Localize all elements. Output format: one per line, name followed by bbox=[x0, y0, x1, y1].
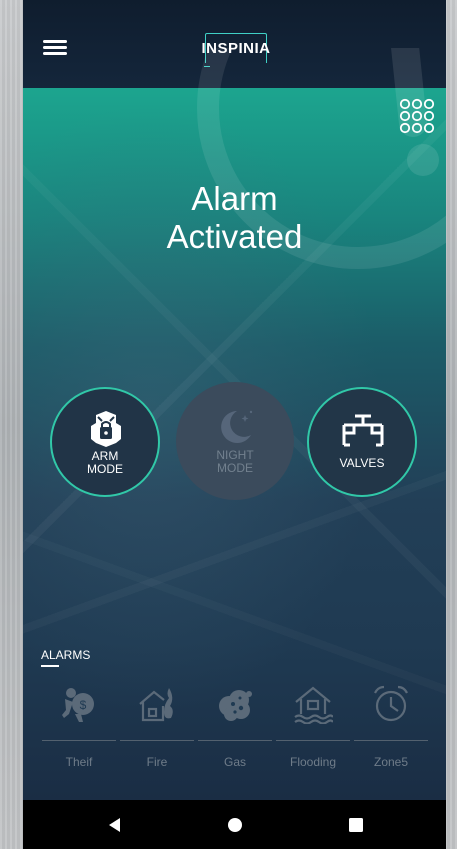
night-mode-label-2: MODE bbox=[217, 461, 253, 475]
alarm-item-gas[interactable]: Gas bbox=[197, 684, 273, 774]
recents-square-icon[interactable] bbox=[346, 815, 366, 835]
alarm-label-flooding: Flooding bbox=[289, 755, 337, 769]
status-line-1: Alarm bbox=[191, 180, 278, 217]
alarm-item-fire[interactable]: Fire bbox=[119, 684, 195, 774]
keypad-grid-icon[interactable] bbox=[399, 98, 435, 134]
alarm-divider bbox=[120, 740, 194, 741]
valves-button[interactable]: VALVES bbox=[307, 387, 417, 497]
alarm-clock-icon bbox=[374, 685, 408, 722]
gas-cloud-icon bbox=[219, 690, 252, 721]
alarm-divider bbox=[198, 740, 272, 741]
knight-armor-icon bbox=[91, 411, 121, 447]
alarm-label-theif: Theif bbox=[65, 755, 93, 769]
alarm-label-gas: Gas bbox=[223, 755, 246, 769]
back-triangle-icon[interactable] bbox=[105, 815, 125, 835]
house-fire-icon bbox=[139, 688, 173, 722]
night-mode-button[interactable]: NIGHT MODE bbox=[176, 382, 294, 500]
alarm-label-fire: Fire bbox=[146, 755, 168, 769]
arm-mode-label-2: MODE bbox=[87, 462, 123, 476]
valve-pipe-icon bbox=[342, 414, 384, 447]
alarm-divider bbox=[276, 740, 350, 741]
alarm-divider bbox=[354, 740, 428, 741]
background-alert-ring-icon bbox=[197, 48, 446, 269]
system-navigation-bar bbox=[23, 800, 446, 849]
alarms-section-title: ALARMS bbox=[41, 648, 91, 662]
alarm-divider bbox=[42, 740, 116, 741]
alarm-item-theif[interactable]: $ Theif bbox=[41, 684, 117, 774]
alarms-title-underline bbox=[41, 665, 59, 667]
valves-label: VALVES bbox=[339, 456, 385, 470]
hamburger-menu-icon[interactable] bbox=[43, 37, 71, 57]
house-flood-icon bbox=[294, 686, 333, 724]
alarm-item-zone5[interactable]: Zone5 bbox=[353, 684, 429, 774]
moon-stars-icon bbox=[221, 410, 253, 443]
status-line-2: Activated bbox=[166, 218, 303, 255]
main-panel: Alarm Activated ARM MODE NIGHT MODE VALV… bbox=[23, 48, 446, 800]
arm-mode-button[interactable]: ARM MODE bbox=[50, 387, 160, 497]
alarm-item-flooding[interactable]: Flooding bbox=[275, 684, 351, 774]
svg-text:$: $ bbox=[80, 698, 87, 712]
app-screen: INSPINIA Alarm Activated ARM MODE NIGHT … bbox=[23, 0, 446, 849]
home-circle-icon[interactable] bbox=[225, 815, 245, 835]
alarm-status-title: Alarm Activated bbox=[23, 180, 446, 256]
thief-icon: $ bbox=[62, 688, 94, 722]
alarm-label-zone5: Zone5 bbox=[373, 755, 409, 769]
